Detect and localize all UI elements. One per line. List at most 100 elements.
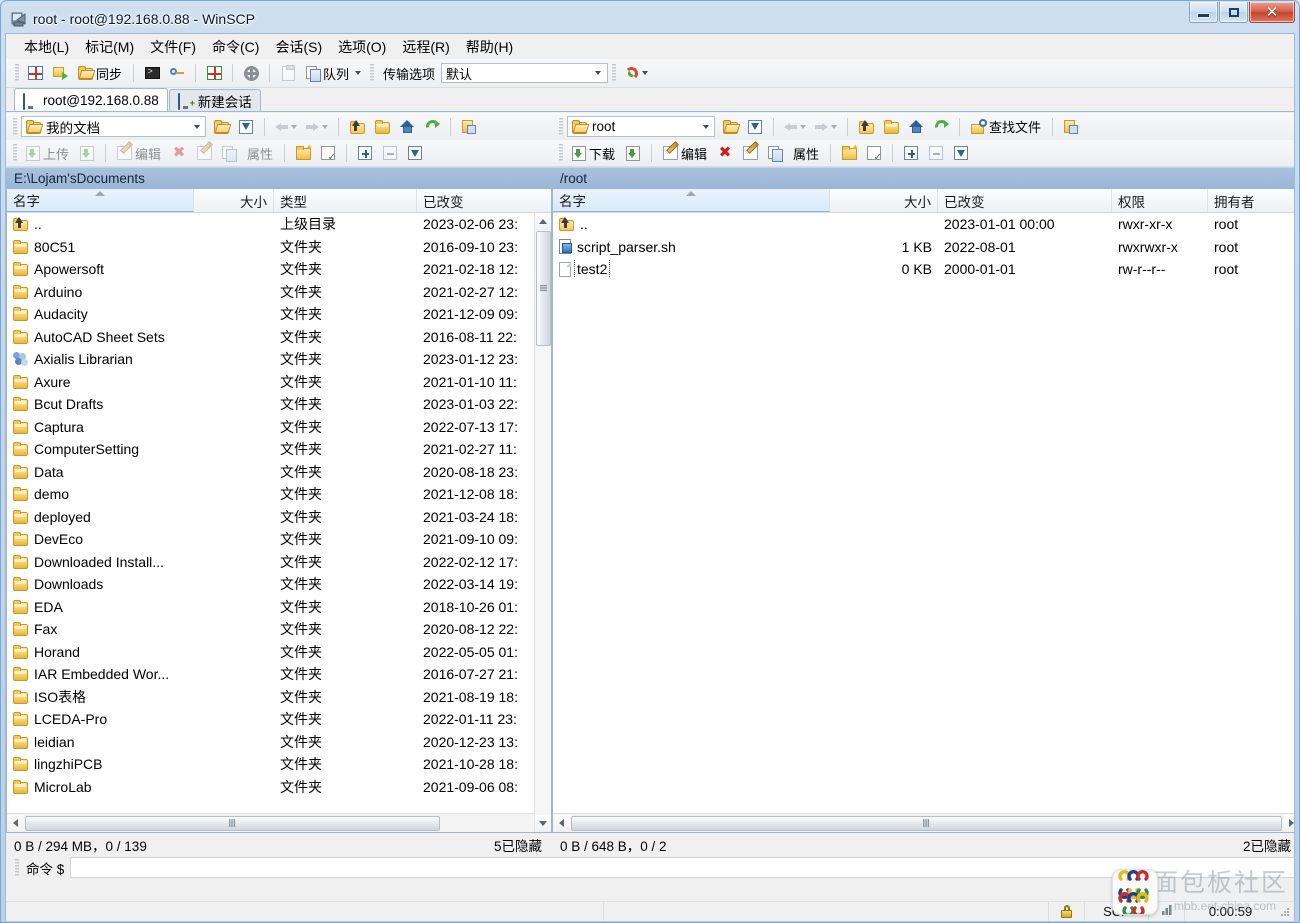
table-row[interactable]: ComputerSetting 文件夹 2021-02-27 11: [7,438,551,461]
maximize-button[interactable] [1219,2,1248,23]
transfer-preset-dropdown-icon[interactable] [595,71,602,75]
local-home-directory-button[interactable] [395,115,419,139]
menu-file[interactable]: 文件(F) [142,34,204,60]
menu-options[interactable]: 选项(O) [330,34,394,60]
menu-mark[interactable]: 标记(M) [77,34,142,60]
remote-edit-button[interactable]: 编辑 [658,141,712,165]
local-filter-button[interactable] [234,115,258,139]
queue-dropdown-icon[interactable] [355,71,362,75]
local-bookmarks-button[interactable] [457,115,481,139]
table-row[interactable]: Captura 文件夹 2022-07-13 17: [7,416,551,439]
synchronize-button[interactable]: 同步 [73,61,127,85]
local-refresh-button[interactable] [420,115,444,139]
table-row[interactable]: .. 2023-01-01 00:00 rwxr-xr-x root [553,213,1294,236]
remote-back-button[interactable] [780,115,810,139]
table-row[interactable]: Arduino 文件夹 2021-02-27 12: [7,281,551,304]
remote-rename-button[interactable] [738,141,762,165]
table-row[interactable]: leidian 文件夹 2020-12-23 13: [7,731,551,754]
table-row[interactable]: Downloads 文件夹 2022-03-14 19: [7,573,551,596]
table-row[interactable]: DevEco 文件夹 2021-09-10 09: [7,528,551,551]
remote-back-dropdown-icon[interactable] [800,124,806,129]
local-directory-dropdown-icon[interactable] [194,124,200,129]
remote-new-folder-button[interactable] [837,141,861,165]
remote-forward-dropdown-icon[interactable] [831,124,837,129]
upload-options-button[interactable] [75,141,99,165]
remote-column-size[interactable]: 大小 [830,189,938,212]
remote-duplicate-button[interactable] [763,141,787,165]
remote-unselect-button[interactable] [924,141,948,165]
menu-command[interactable]: 命令(C) [204,34,267,60]
local-vertical-scrollbar[interactable] [534,213,551,832]
local-file-list[interactable]: 名字 大小 类型 已改变 .. 上级目录 2023-02-06 23: 80C51 文件… [6,189,552,833]
remote-column-name[interactable]: 名字 [553,189,830,212]
close-button[interactable]: ✕ [1249,2,1295,23]
local-scroll-down-button[interactable] [534,815,551,832]
remote-column-changed[interactable]: 已改变 [938,189,1112,212]
local-column-changed[interactable]: 已改变 [417,189,533,212]
local-selection-menu-button[interactable] [403,141,427,165]
remote-hscroll-right-button[interactable] [1283,814,1294,832]
table-row[interactable]: Axialis Librarian 文件夹 2023-01-12 23: [7,348,551,371]
remote-home-directory-button[interactable] [904,115,928,139]
back-dropdown-icon[interactable] [291,124,297,129]
table-row[interactable]: script_parser.sh 1 KB 2022-08-01 rwxrwxr-x r… [553,236,1294,259]
local-delete-button[interactable]: ✖ [167,141,191,165]
queue-clear-button[interactable] [276,61,300,85]
open-putty-button[interactable] [165,61,189,85]
table-row[interactable]: demo 文件夹 2021-12-08 18: [7,483,551,506]
local-rename-button[interactable] [192,141,216,165]
minimize-button[interactable] [1189,2,1218,23]
toolbar-grip-2[interactable] [370,64,375,82]
remote-actions-grip[interactable] [559,144,563,162]
remote-directory-dropdown-icon[interactable] [703,124,709,129]
synchronize-browsing-button[interactable] [48,61,72,85]
table-row[interactable]: Horand 文件夹 2022-05-05 01: [7,641,551,664]
remote-delete-button[interactable]: ✖ [713,141,737,165]
local-forward-button[interactable] [302,115,332,139]
local-column-name[interactable]: 名字 [7,189,194,212]
menu-local[interactable]: 本地(L) [16,34,77,60]
local-new-file-button[interactable] [316,141,340,165]
open-terminal-button[interactable] [140,61,164,85]
remote-horizontal-scrollbar[interactable] [553,813,1294,832]
transfer-preset-combo[interactable]: 默认 [441,63,609,83]
table-row[interactable]: .. 上级目录 2023-02-06 23: [7,213,551,236]
remote-filter-button[interactable] [743,115,767,139]
local-toolbar-grip[interactable] [13,117,17,136]
local-scroll-track[interactable] [534,347,551,815]
table-row[interactable]: Audacity 文件夹 2021-12-09 09: [7,303,551,326]
keep-remote-updated-button[interactable] [202,61,226,85]
table-row[interactable]: deployed 文件夹 2021-03-24 18: [7,506,551,529]
table-row[interactable]: Axure 文件夹 2021-01-10 11: [7,371,551,394]
table-row[interactable]: EDA 文件夹 2018-10-26 01: [7,596,551,619]
local-column-size[interactable]: 大小 [194,189,274,212]
session-tab-root[interactable]: root@192.168.0.88 [14,88,168,111]
local-horizontal-scrollbar[interactable] [7,813,551,832]
local-hscroll-thumb[interactable] [25,815,440,831]
remote-refresh-button[interactable] [929,115,953,139]
session-reconnect-button[interactable] [620,61,652,85]
local-open-directory-button[interactable] [209,115,233,139]
table-row[interactable]: Bcut Drafts 文件夹 2023-01-03 22: [7,393,551,416]
menu-remote[interactable]: 远程(R) [394,34,457,60]
command-grip[interactable] [15,858,19,877]
table-row[interactable]: lingzhiPCB 文件夹 2021-10-28 18: [7,753,551,776]
remote-new-file-button[interactable] [862,141,886,165]
remote-hscroll-left-button[interactable] [553,814,570,832]
remote-forward-button[interactable] [811,115,841,139]
menu-help[interactable]: 帮助(H) [458,34,521,60]
local-actions-grip[interactable] [13,144,17,162]
local-root-directory-button[interactable] [370,115,394,139]
find-files-button[interactable]: 查找文件 [966,115,1046,139]
local-new-folder-button[interactable] [291,141,315,165]
toolbar-grip-3[interactable] [612,64,617,82]
session-dropdown-icon[interactable] [642,71,649,75]
table-row[interactable]: IAR Embedded Wor... 文件夹 2016-07-27 21: [7,663,551,686]
table-row[interactable]: Downloaded Install... 文件夹 2022-02-12 17: [7,551,551,574]
command-input[interactable] [70,857,1294,878]
local-scroll-thumb[interactable] [535,231,551,346]
session-tab-new[interactable]: + 新建会话 [168,89,261,111]
local-unselect-button[interactable] [378,141,402,165]
table-row[interactable]: Data 文件夹 2020-08-18 23: [7,461,551,484]
local-back-button[interactable] [271,115,301,139]
